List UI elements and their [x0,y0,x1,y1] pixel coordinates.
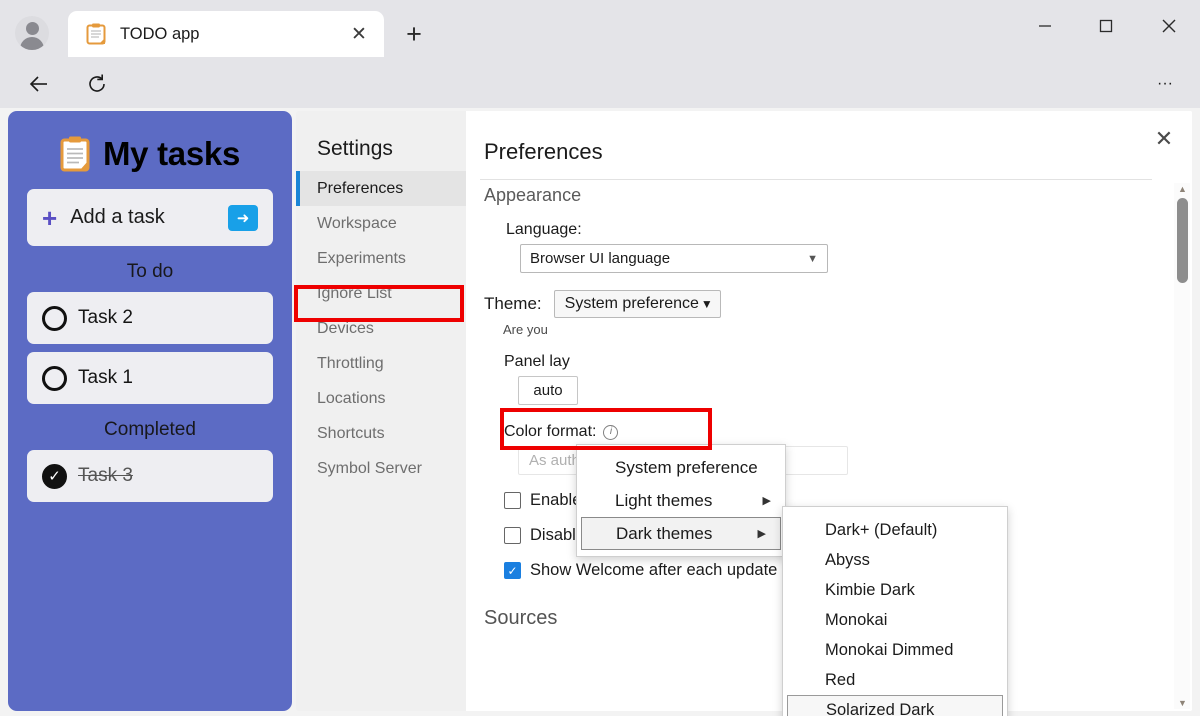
page-title: Preferences [484,139,603,164]
close-icon[interactable]: ✕ [342,17,376,51]
panel-layout-select[interactable]: auto [518,376,578,405]
scroll-up-arrow-icon[interactable]: ▲ [1177,185,1188,194]
task-checkbox[interactable]: ✓ [42,463,67,489]
checkbox-label: Show Welcome after each update [530,561,778,579]
annotation-box-theme [500,408,712,450]
scroll-down-arrow-icon[interactable]: ▼ [1177,699,1188,708]
theme-context-menu: System preference Light themes ▶ Dark th… [576,444,786,557]
scrollbar-thumb[interactable] [1176,198,1188,283]
theme-value: System preference [564,295,699,312]
appearance-section-heading: Appearance [484,185,582,205]
sidebar-item-experiments[interactable]: Experiments [296,241,466,276]
chevron-down-icon: ▼ [700,297,713,311]
task-item[interactable]: Task 1 [27,352,273,404]
add-task-row[interactable]: + Add a task ➜ [27,189,273,246]
task-label: Task 3 [78,465,133,486]
chevron-right-icon: ▶ [762,495,771,507]
sidebar-item-workspace[interactable]: Workspace [296,206,466,241]
new-tab-button[interactable]: + [398,18,430,50]
browser-toolbar: https://microsoftedge.github.io/Demos/de… [0,58,1200,162]
task-item[interactable]: Task 2 [27,292,273,344]
divider [480,179,1152,180]
avatar-body [20,37,44,50]
app-title: My tasks [102,135,240,172]
settings-sidebar: Settings Preferences Workspace Experimen… [296,111,466,711]
todo-section-completed: Completed ✓ Task 3 [8,419,292,502]
submenu-item-solarized-dark[interactable]: Solarized Dark [787,695,1003,716]
clipboard-icon [60,136,90,172]
submenu-item-red[interactable]: Red [783,665,1007,695]
scrollbar[interactable]: ▲ ▼ [1174,183,1190,709]
sidebar-item-preferences[interactable]: Preferences [296,171,466,206]
tab-strip: TODO app ✕ + [0,0,1200,58]
menu-item-label: Dark themes [616,523,713,543]
task-checkbox[interactable] [42,365,67,391]
chevron-down-icon: ▼ [807,252,818,265]
submenu-item-monokai-dimmed[interactable]: Monokai Dimmed [783,635,1007,665]
menu-item-label: Light themes [615,490,713,510]
theme-label: Theme: [484,294,542,313]
profile-avatar[interactable] [15,16,49,50]
submenu-item-dark-plus[interactable]: Dark+ (Default) [783,515,1007,545]
reload-icon[interactable] [80,67,114,101]
sidebar-item-symbol-server[interactable]: Symbol Server [296,451,466,486]
submenu-item-monokai[interactable]: Monokai [783,605,1007,635]
devtools-settings-panel: Settings Preferences Workspace Experimen… [296,111,1192,711]
menu-item-label: System preference [615,457,758,477]
task-label: Task 1 [78,367,133,388]
browser-tab[interactable]: TODO app ✕ [68,11,384,57]
add-task-input[interactable]: Add a task [70,206,228,229]
settings-heading: Settings [317,137,393,160]
sidebar-item-shortcuts[interactable]: Shortcuts [296,416,466,451]
submenu-item-kimbie-dark[interactable]: Kimbie Dark [783,575,1007,605]
window-close-button[interactable] [1146,6,1192,46]
avatar-head [25,22,39,35]
language-label: Language: [506,221,582,238]
checkbox[interactable]: ✓ [504,562,521,579]
submit-task-button[interactable]: ➜ [228,204,258,231]
theme-helper-text: Are you [503,322,548,337]
theme-select[interactable]: System preference ▼ [553,290,721,318]
todo-header: My tasks [8,119,292,189]
panel-layout-label: Panel lay [504,353,570,370]
sidebar-item-locations[interactable]: Locations [296,381,466,416]
browser-menu-icon[interactable]: ··· [1148,67,1182,101]
menu-item-system-preference[interactable]: System preference [577,451,785,484]
window-maximize-button[interactable] [1083,6,1129,46]
dark-themes-submenu: Dark+ (Default) Abyss Kimbie Dark Monoka… [782,506,1008,716]
menu-item-dark-themes[interactable]: Dark themes ▶ [581,517,781,550]
section-label: To do [126,261,174,282]
close-icon[interactable]: ✕ [1148,123,1180,155]
task-label: Task 2 [78,307,133,328]
todo-section-todo: To do Task 2 Task 1 [8,261,292,404]
back-arrow-icon[interactable] [22,67,56,101]
tab-title: TODO app [120,24,200,43]
plus-icon: + [42,202,58,233]
browser-window: TODO app ✕ + ··· My tasks + Add a task ➜… [0,0,1200,716]
submenu-item-abyss[interactable]: Abyss [783,545,1007,575]
language-select[interactable]: Browser UI language ▼ [520,244,828,273]
window-minimize-button[interactable] [1022,6,1068,46]
language-value: Browser UI language [530,250,671,267]
task-checkbox[interactable] [42,305,67,331]
page-content: My tasks + Add a task ➜ To do Task 2 Tas… [0,108,1200,716]
menu-item-light-themes[interactable]: Light themes ▶ [577,484,785,517]
theme-row: Theme: System preference ▼ [484,290,1192,318]
chevron-right-icon: ▶ [757,528,766,540]
checkbox[interactable] [504,527,521,544]
section-label: Completed [104,419,196,440]
checkbox[interactable] [504,492,521,509]
todo-app-panel: My tasks + Add a task ➜ To do Task 2 Tas… [8,111,292,711]
clipboard-icon [86,23,106,45]
sidebar-item-throttling[interactable]: Throttling [296,346,466,381]
annotation-box-preferences [294,285,464,322]
task-item[interactable]: ✓ Task 3 [27,450,273,502]
